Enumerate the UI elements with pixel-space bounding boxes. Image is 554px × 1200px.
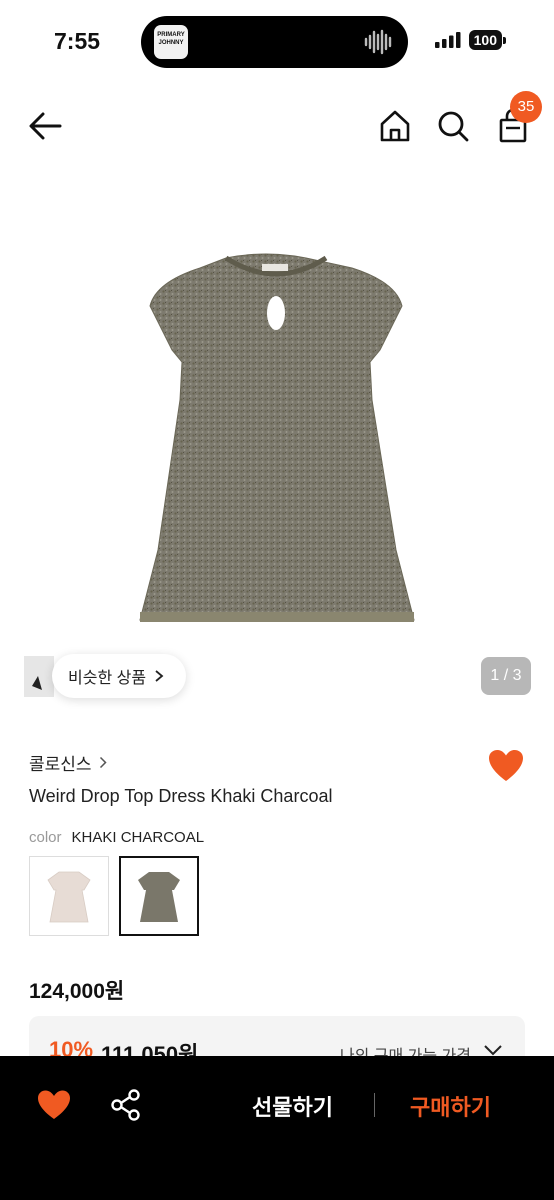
- signal-icon: [434, 32, 461, 48]
- image-counter: 1 / 3: [481, 657, 531, 695]
- color-swatch-khaki-charcoal[interactable]: [119, 856, 199, 936]
- pink-dress-thumbnail: [47, 871, 91, 923]
- brand-link[interactable]: 콜로신스: [29, 750, 107, 775]
- status-indicators: 100: [434, 30, 506, 50]
- status-bar: 7:55 PRIMARY JOHNNY 100: [0, 0, 554, 84]
- gift-button[interactable]: 선물하기: [252, 1090, 333, 1122]
- khaki-dress-thumbnail: [138, 872, 180, 922]
- now-playing-app-icon: PRIMARY JOHNNY: [154, 25, 188, 59]
- brand-name: 콜로신스: [29, 755, 92, 774]
- search-icon[interactable]: [434, 107, 472, 145]
- bottom-action-bar: 선물하기 구매하기: [0, 1056, 554, 1200]
- similar-product-thumbnail[interactable]: [24, 656, 54, 697]
- color-swatch-pink[interactable]: [29, 856, 109, 936]
- color-info: color KHAKI CHARCOAL: [29, 829, 204, 846]
- buy-button[interactable]: 구매하기: [410, 1090, 491, 1122]
- share-icon[interactable]: [110, 1088, 142, 1122]
- chevron-right-icon: [99, 756, 107, 769]
- cart-count-badge: 35: [510, 91, 542, 123]
- product-image[interactable]: [0, 200, 554, 720]
- chevron-down-icon: [484, 1045, 502, 1056]
- favorite-heart-icon[interactable]: [37, 1089, 71, 1121]
- similar-thumbnail-image: [24, 656, 54, 697]
- similar-products-label: 비슷한 상품: [68, 670, 147, 687]
- status-time: 7:55: [54, 28, 101, 54]
- chevron-right-icon: [155, 670, 164, 682]
- divider: [374, 1093, 375, 1117]
- dynamic-island: PRIMARY JOHNNY: [141, 16, 408, 68]
- top-navigation: [0, 95, 554, 157]
- audio-waveform-icon: [364, 29, 392, 55]
- battery-level: 100: [468, 30, 502, 50]
- battery-icon: 100: [468, 30, 506, 50]
- now-playing-app-line-2: JOHNNY: [158, 40, 184, 46]
- back-icon[interactable]: [26, 109, 64, 143]
- home-icon[interactable]: [376, 107, 414, 145]
- color-value: KHAKI CHARCOAL: [71, 829, 205, 846]
- color-label: color: [29, 829, 62, 846]
- product-price: 124,000원: [29, 980, 125, 1003]
- similar-products-button[interactable]: 비슷한 상품: [52, 654, 187, 698]
- product-title: Weird Drop Top Dress Khaki Charcoal: [29, 786, 333, 806]
- now-playing-app-line-1: PRIMARY: [157, 32, 185, 38]
- favorite-heart-icon[interactable]: [487, 748, 525, 784]
